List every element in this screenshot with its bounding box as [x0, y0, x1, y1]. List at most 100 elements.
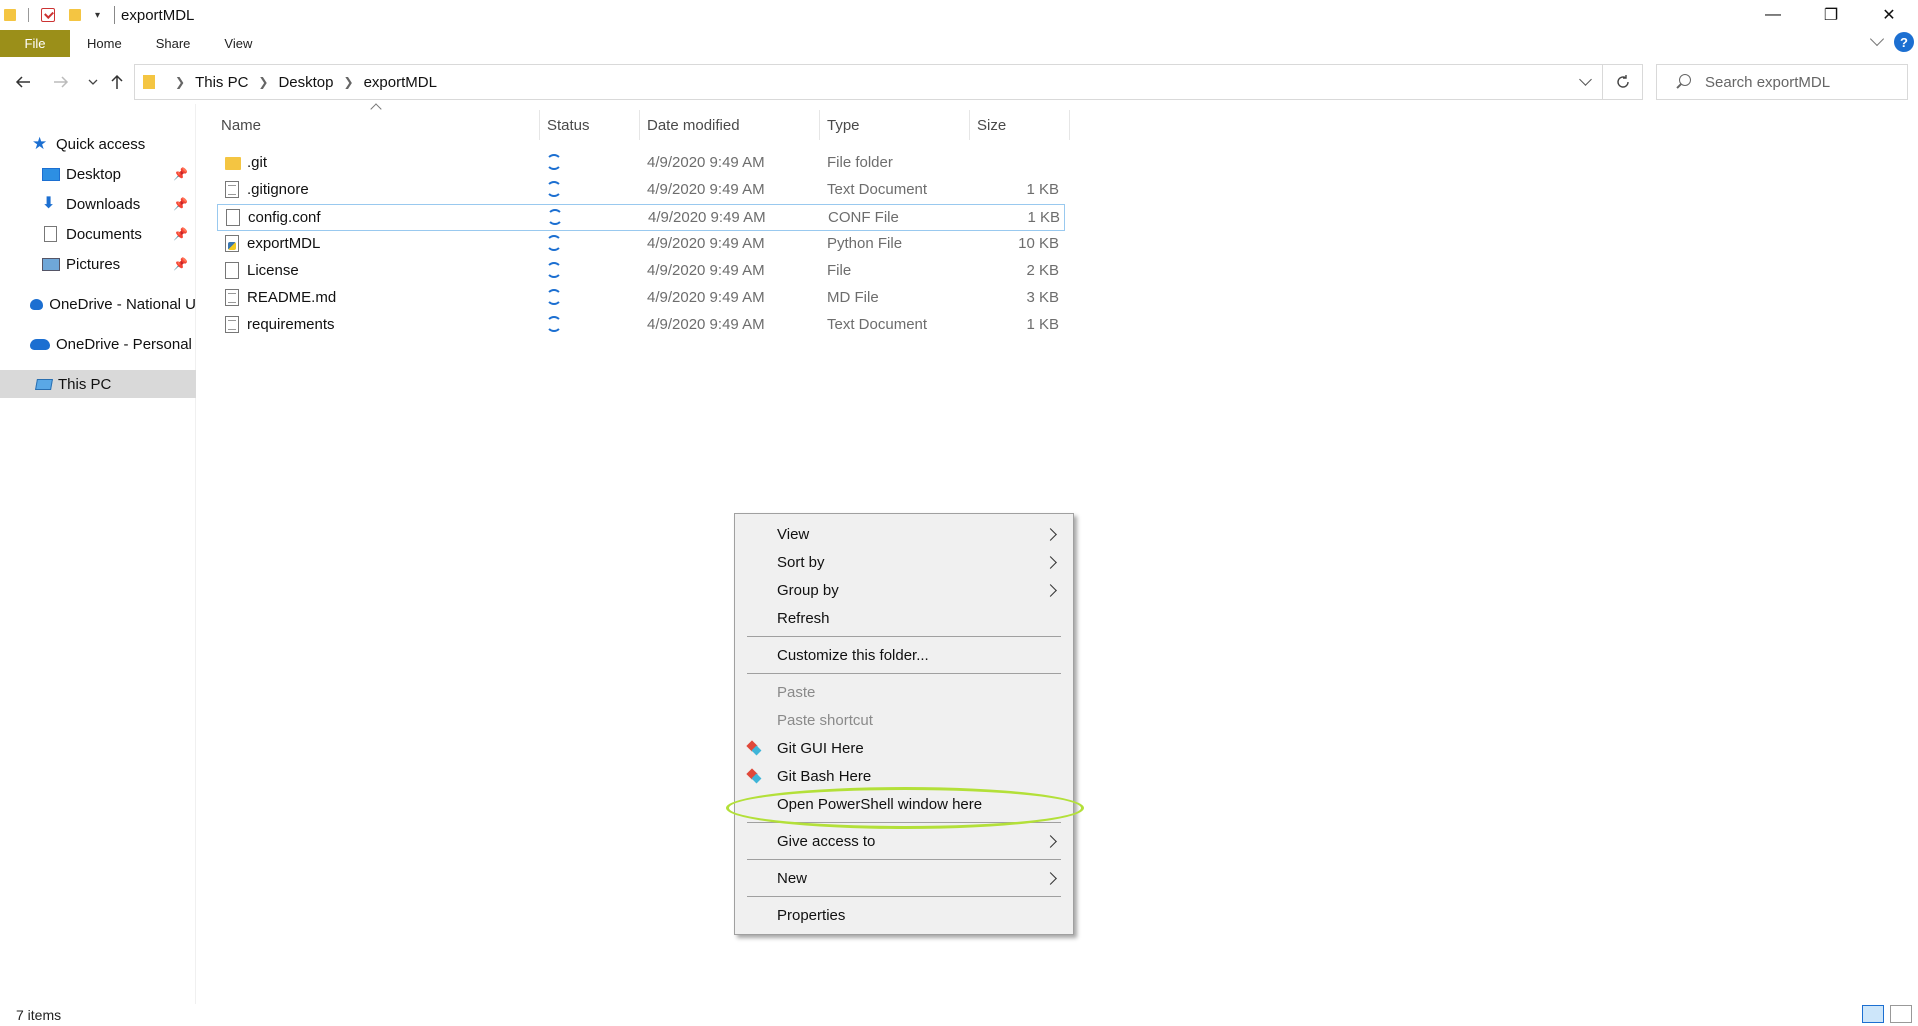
sync-status-icon — [546, 289, 562, 305]
file-size: 1 KB — [1027, 209, 1060, 226]
sidebar-item-desktop[interactable]: Desktop 📌 — [0, 160, 196, 188]
file-date: 4/9/2020 9:49 AM — [647, 289, 765, 306]
breadcrumb-exportmdl[interactable]: exportMDL — [364, 74, 437, 91]
pin-icon[interactable]: 📌 — [173, 257, 188, 271]
expand-ribbon-chevron-icon[interactable] — [1869, 31, 1885, 47]
submenu-chevron-icon — [1044, 528, 1057, 541]
sidebar-item-label: Documents — [66, 225, 142, 243]
search-icon — [1675, 74, 1691, 90]
text-file-icon — [225, 289, 239, 306]
pin-icon[interactable]: 📌 — [173, 197, 188, 211]
recent-locations-button[interactable] — [80, 62, 106, 102]
chevron-down-icon — [88, 79, 98, 85]
breadcrumb-this-pc[interactable]: This PC — [195, 74, 248, 91]
git-icon — [747, 769, 761, 783]
file-row-config-conf[interactable]: config.conf 4/9/2020 9:49 AM CONF File 1… — [217, 204, 1065, 231]
menu-separator — [747, 859, 1061, 860]
pin-icon[interactable]: 📌 — [173, 167, 188, 181]
menu-item-label: Give access to — [777, 833, 876, 850]
tab-home[interactable]: Home — [70, 30, 139, 57]
download-icon: ⬇ — [42, 195, 56, 212]
column-header-name[interactable]: Name — [214, 110, 540, 140]
tab-share[interactable]: Share — [139, 30, 208, 57]
file-name: .gitignore — [247, 181, 309, 198]
back-button[interactable] — [10, 62, 36, 102]
file-size: 1 KB — [1026, 316, 1059, 333]
file-type: Text Document — [827, 316, 928, 333]
file-row-gitignore[interactable]: .gitignore 4/9/2020 9:49 AM Text Documen… — [217, 177, 1065, 204]
menu-item-new[interactable]: New — [735, 866, 1073, 892]
menu-item-give-access[interactable]: Give access to — [735, 829, 1073, 855]
restore-button[interactable]: ❐ — [1802, 0, 1860, 30]
menu-item-sort-by[interactable]: Sort by — [735, 550, 1073, 576]
submenu-chevron-icon — [1044, 872, 1057, 885]
menu-item-group-by[interactable]: Group by — [735, 578, 1073, 604]
breadcrumb-chevron-icon[interactable]: ❯ — [258, 75, 268, 89]
refresh-icon — [1616, 75, 1629, 88]
navigation-bar: ❯ This PC ❯ Desktop ❯ exportMDL Search e… — [0, 62, 1918, 102]
breadcrumb-chevron-icon[interactable]: ❯ — [344, 75, 354, 89]
forward-button[interactable] — [48, 62, 74, 102]
sidebar-item-label: Downloads — [66, 195, 141, 213]
up-button[interactable] — [104, 62, 130, 102]
menu-item-customize-folder[interactable]: Customize this folder... — [735, 643, 1073, 669]
search-input[interactable]: Search exportMDL — [1656, 64, 1908, 100]
details-view-button[interactable] — [1862, 1005, 1884, 1023]
properties-icon[interactable] — [41, 8, 55, 22]
column-header-size[interactable]: Size — [970, 110, 1070, 140]
file-name: .git — [247, 154, 268, 171]
tab-view[interactable]: View — [207, 30, 269, 57]
menu-item-view[interactable]: View — [735, 522, 1073, 548]
sidebar-item-onedrive-national[interactable]: OneDrive - National U — [0, 290, 196, 318]
text-file-icon — [225, 181, 239, 198]
up-arrow-icon — [111, 74, 123, 89]
sidebar-item-label: Quick access — [56, 135, 146, 153]
sidebar-item-onedrive-personal[interactable]: OneDrive - Personal — [0, 330, 196, 358]
file-type: Python File — [827, 235, 903, 252]
new-folder-icon[interactable] — [69, 9, 81, 21]
menu-item-label: Paste — [777, 684, 816, 701]
file-row-git[interactable]: .git 4/9/2020 9:49 AM File folder — [217, 150, 1065, 177]
pin-icon[interactable]: 📌 — [173, 227, 188, 241]
file-row-requirements[interactable]: requirements 4/9/2020 9:49 AM Text Docum… — [217, 312, 1065, 339]
sidebar-item-quick-access[interactable]: ★ Quick access — [0, 130, 196, 158]
file-row-exportmdl[interactable]: exportMDL 4/9/2020 9:49 AM Python File 1… — [217, 231, 1065, 258]
tab-file[interactable]: File — [0, 30, 70, 57]
sidebar-item-this-pc[interactable]: This PC — [0, 370, 196, 398]
sync-status-icon — [546, 262, 562, 278]
column-header-status[interactable]: Status — [540, 110, 640, 140]
submenu-chevron-icon — [1044, 835, 1057, 848]
sidebar-item-pictures[interactable]: Pictures 📌 — [0, 250, 196, 278]
refresh-button[interactable] — [1603, 64, 1643, 100]
breadcrumb-chevron-icon[interactable]: ❯ — [175, 75, 185, 89]
sidebar-item-downloads[interactable]: ⬇ Downloads 📌 — [0, 190, 196, 218]
file-row-license[interactable]: License 4/9/2020 9:49 AM File 2 KB — [217, 258, 1065, 285]
sidebar-item-label: OneDrive - Personal — [56, 335, 192, 353]
menu-item-refresh[interactable]: Refresh — [735, 606, 1073, 632]
column-header-date-modified[interactable]: Date modified — [640, 110, 820, 140]
file-row-readme[interactable]: README.md 4/9/2020 9:49 AM MD File 3 KB — [217, 285, 1065, 312]
menu-item-label: Paste shortcut — [777, 712, 873, 729]
large-icons-view-button[interactable] — [1890, 1005, 1912, 1023]
close-button[interactable]: ✕ — [1860, 0, 1918, 30]
window-title: exportMDL — [121, 6, 195, 24]
menu-item-properties[interactable]: Properties — [735, 903, 1073, 929]
minimize-button[interactable]: — — [1744, 0, 1802, 30]
window-controls: — ❐ ✕ — [1744, 0, 1918, 30]
desktop-icon — [42, 167, 60, 181]
file-date: 4/9/2020 9:49 AM — [648, 209, 766, 226]
column-header-type[interactable]: Type — [820, 110, 970, 140]
sync-status-icon — [546, 181, 562, 197]
sidebar-item-documents[interactable]: Documents 📌 — [0, 220, 196, 248]
help-icon[interactable]: ? — [1894, 32, 1914, 52]
address-bar[interactable]: ❯ This PC ❯ Desktop ❯ exportMDL — [134, 64, 1603, 100]
breadcrumb-desktop[interactable]: Desktop — [278, 74, 333, 91]
sync-status-icon — [547, 209, 563, 225]
star-icon: ★ — [32, 134, 48, 153]
file-name: README.md — [247, 289, 337, 306]
file-type: CONF File — [828, 209, 899, 226]
address-dropdown-chevron-icon[interactable] — [1579, 73, 1592, 86]
menu-item-git-gui[interactable]: Git GUI Here — [735, 736, 1073, 762]
customize-toolbar-chevron-icon[interactable]: ▾ — [95, 10, 100, 21]
sidebar-item-label: This PC — [58, 375, 112, 393]
